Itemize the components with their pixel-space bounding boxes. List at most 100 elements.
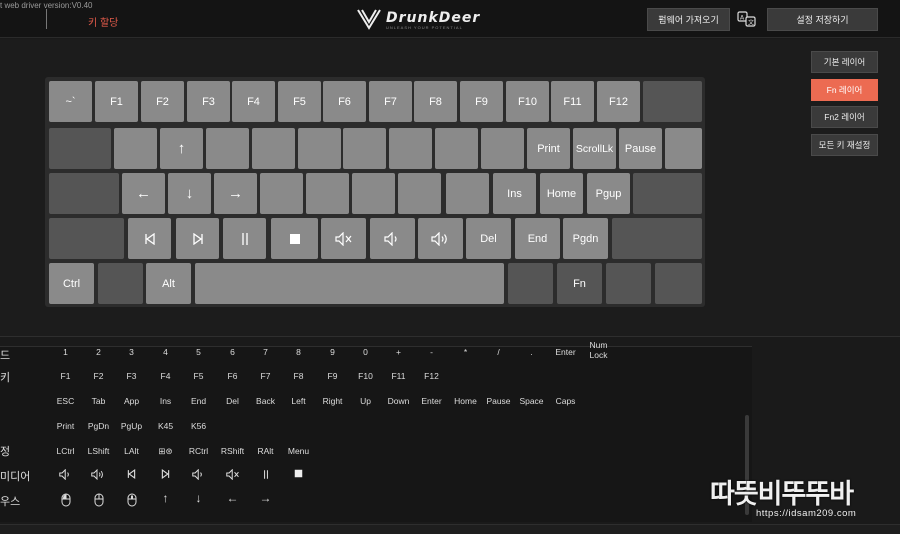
import-firmware-button[interactable]: 펌웨어 가져오기 [647,8,730,31]
key-f2[interactable]: F2 [141,81,184,122]
palette-k45[interactable]: K45 [149,421,182,431]
palette-left[interactable]: Left [282,396,315,406]
key-v-stop[interactable] [271,218,318,259]
key-backslash[interactable] [665,128,702,169]
palette-mouse-middle[interactable] [115,493,148,509]
palette-tab[interactable]: Tab [82,396,115,406]
key-f4[interactable]: F4 [232,81,275,122]
key-space[interactable] [195,263,504,304]
key-q[interactable] [114,128,157,169]
key-z-prev[interactable] [128,218,171,259]
key-g[interactable] [306,173,349,214]
language-icon[interactable]: A 文 [737,10,757,28]
tab-key-assign[interactable]: 키 할당 [88,14,118,29]
key-comma-del[interactable]: Del [466,218,511,259]
palette-k56[interactable]: K56 [182,421,215,431]
palette-f4[interactable]: F4 [149,371,182,381]
palette-media-volup[interactable] [82,469,115,482]
key-alt[interactable]: Alt [146,263,191,304]
palette-num-multiply[interactable]: * [449,347,482,357]
palette-f11[interactable]: F11 [382,371,415,381]
palette-num-7[interactable]: 7 [249,347,282,357]
palette-ins[interactable]: Ins [149,396,182,406]
palette-num-3[interactable]: 3 [115,347,148,357]
palette-f7[interactable]: F7 [249,371,282,381]
palette-mouse-right[interactable] [82,493,115,509]
key-x-next[interactable] [176,218,219,259]
palette-num-plus[interactable]: + [382,347,415,357]
palette-lalt[interactable]: LAlt [115,446,148,456]
palette-num-enter[interactable]: Enter [549,347,582,357]
key-n-voldown[interactable] [370,218,415,259]
palette-num-minus[interactable]: - [415,347,448,357]
palette-app[interactable]: App [115,396,148,406]
key-s-down[interactable]: ↓ [168,173,211,214]
key-slash-pgdn[interactable]: Pgdn [563,218,608,259]
palette-pause[interactable]: Pause [482,396,515,406]
key-enter[interactable] [633,173,702,214]
palette-del[interactable]: Del [216,396,249,406]
key-quote-pgup[interactable]: Pgup [587,173,630,214]
palette-win-key[interactable]: ⊞⊛ [149,446,182,456]
palette-media-voldown-2[interactable] [182,469,215,482]
palette-media-mute[interactable] [216,469,249,482]
key-rshift[interactable] [612,218,702,259]
palette-mouse-left-move[interactable]: ← [216,492,249,504]
key-f[interactable] [260,173,303,214]
key-tilde[interactable]: ~` [49,81,92,122]
key-semicolon-home[interactable]: Home [540,173,583,214]
key-o[interactable] [481,128,524,169]
palette-num-8[interactable]: 8 [282,347,315,357]
key-y[interactable] [343,128,386,169]
palette-f2[interactable]: F2 [82,371,115,381]
key-p-print[interactable]: Print [527,128,570,169]
fn2-layer-button[interactable]: Fn2 레이어 [811,106,878,128]
palette-lctrl[interactable]: LCtrl [49,446,82,456]
palette-up[interactable]: Up [349,396,382,406]
palette-num-2[interactable]: 2 [82,347,115,357]
key-f11[interactable]: F11 [551,81,594,122]
palette-num-6[interactable]: 6 [216,347,249,357]
palette-rshift[interactable]: RShift [216,446,249,456]
palette-pgdn[interactable]: PgDn [82,421,115,431]
palette-lshift[interactable]: LShift [82,446,115,456]
palette-media-stop[interactable] [282,469,315,480]
key-a-left[interactable]: ← [122,173,165,214]
palette-menu[interactable]: Menu [282,446,315,456]
key-tab[interactable] [49,128,111,169]
palette-media-voldown[interactable] [49,469,82,482]
palette-down[interactable]: Down [382,396,415,406]
palette-space[interactable]: Space [515,396,548,406]
key-caps[interactable] [49,173,119,214]
palette-back[interactable]: Back [249,396,282,406]
key-j[interactable] [398,173,441,214]
palette-pgup[interactable]: PgUp [115,421,148,431]
palette-f5[interactable]: F5 [182,371,215,381]
palette-right[interactable]: Right [316,396,349,406]
key-f3[interactable]: F3 [187,81,230,122]
palette-f8[interactable]: F8 [282,371,315,381]
key-w-up[interactable]: ↑ [160,128,203,169]
key-win[interactable] [98,263,143,304]
key-ralt[interactable] [508,263,553,304]
palette-rctrl[interactable]: RCtrl [182,446,215,456]
palette-num-4[interactable]: 4 [149,347,182,357]
base-layer-button[interactable]: 기본 레이어 [811,51,878,73]
palette-mouse-right-move[interactable]: → [249,492,282,504]
palette-f10[interactable]: F10 [349,371,382,381]
key-u[interactable] [389,128,432,169]
key-lshift[interactable] [49,218,124,259]
key-bracket-pause[interactable]: Pause [619,128,662,169]
palette-f1[interactable]: F1 [49,371,82,381]
key-f9[interactable]: F9 [460,81,503,122]
key-f7[interactable]: F7 [369,81,412,122]
palette-num-divide[interactable]: / [482,347,515,357]
palette-home[interactable]: Home [449,396,482,406]
key-e[interactable] [206,128,249,169]
key-k[interactable] [446,173,489,214]
save-settings-button[interactable]: 설정 저장하기 [767,8,878,31]
key-f6[interactable]: F6 [323,81,366,122]
palette-num-0[interactable]: 0 [349,347,382,357]
key-f1[interactable]: F1 [95,81,138,122]
key-delete-top[interactable] [643,81,702,122]
